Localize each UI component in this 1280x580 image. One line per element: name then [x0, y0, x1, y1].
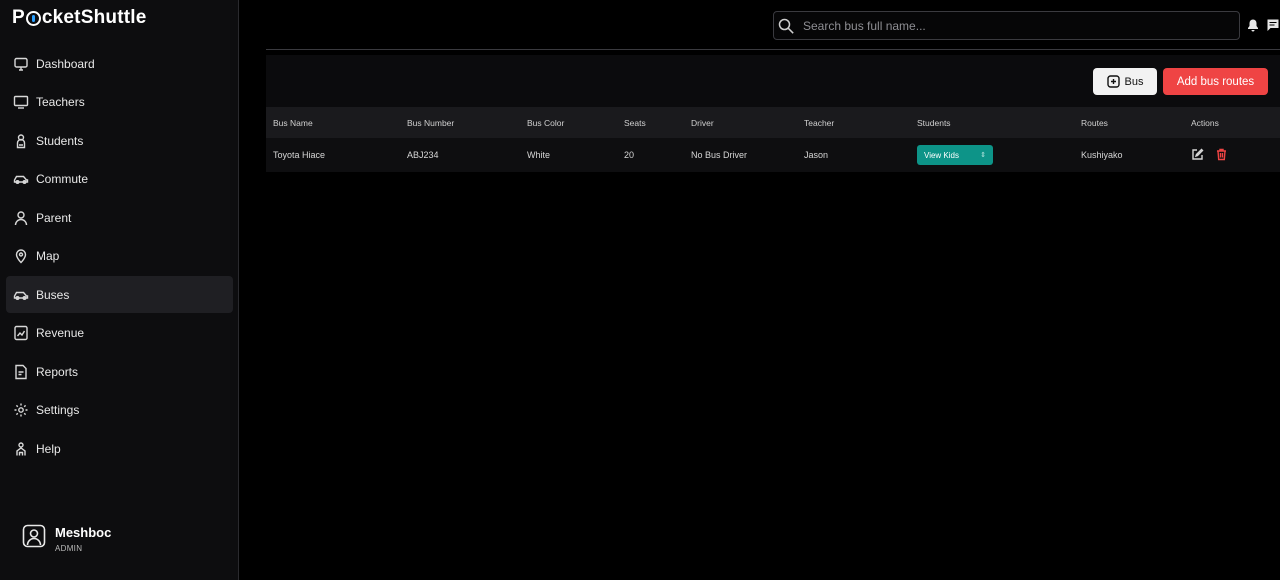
location-pin-icon	[25, 10, 41, 26]
header-driver: Driver	[691, 117, 714, 128]
cell-actions	[1191, 138, 1239, 172]
monitor-icon	[13, 56, 29, 72]
cell-students: View Kids ⇕	[917, 138, 993, 172]
header-seats: Seats	[624, 117, 646, 128]
cell-bus-color: White	[527, 150, 551, 160]
header-divider	[266, 49, 1280, 50]
sidebar-item-label: Teachers	[36, 95, 85, 109]
plus-square-icon	[1106, 75, 1120, 88]
sidebar-item-settings[interactable]: Settings	[6, 392, 233, 429]
sidebar-item-label: Buses	[36, 287, 70, 302]
person-icon	[13, 210, 29, 226]
sidebar-item-label: Revenue	[36, 326, 85, 340]
sidebar-item-reports[interactable]: Reports	[6, 353, 233, 390]
sidebar-item-teachers[interactable]: Teachers	[6, 84, 233, 121]
user-profile[interactable]: Meshboc ADMIN	[22, 524, 111, 553]
brand-logo[interactable]: PcketShuttle	[12, 7, 147, 29]
sidebar-item-label: Map	[36, 249, 60, 263]
add-bus-routes-button[interactable]: Add bus routes	[1163, 68, 1268, 95]
header-teacher: Teacher	[804, 117, 835, 128]
cell-teacher: Jason	[804, 150, 829, 160]
sidebar-item-label: Commute	[36, 172, 89, 186]
sidebar-item-help[interactable]: Help	[6, 430, 233, 467]
sidebar-item-revenue[interactable]: Revenue	[6, 315, 233, 352]
screen-icon	[13, 94, 29, 110]
map-pin-icon	[13, 248, 29, 264]
cell-bus-name: Toyota Hiace	[273, 150, 326, 160]
gear-icon	[13, 402, 29, 418]
student-icon	[13, 133, 29, 149]
sidebar-item-label: Reports	[36, 364, 79, 379]
sidebar-item-buses[interactable]: Buses	[6, 276, 233, 313]
brand-name-prefix: P	[12, 7, 25, 28]
sidebar-item-students[interactable]: Students	[6, 122, 233, 159]
view-kids-button[interactable]: View Kids ⇕	[917, 145, 993, 165]
message-icon[interactable]	[1266, 18, 1280, 32]
table-header: Bus Name Bus Number Bus Color Seats Driv…	[266, 107, 1280, 138]
sidebar-item-label: Help	[36, 441, 61, 456]
user-info: Meshboc ADMIN	[55, 525, 111, 553]
header-bus-color: Bus Color	[527, 117, 565, 128]
buses-card: Bus Add bus routes Bus Name Bus Number B…	[266, 55, 1280, 172]
user-name: Meshboc	[55, 524, 112, 540]
sidebar: PcketShuttle Dashboard Teachers Students…	[0, 0, 239, 580]
cell-seats: 20	[624, 150, 635, 160]
sidebar-item-dashboard[interactable]: Dashboard	[6, 45, 233, 82]
cell-routes: Kushiyako	[1081, 150, 1123, 160]
cell-bus-number: ABJ234	[407, 150, 439, 160]
search-icon	[777, 17, 795, 35]
brand-name-suffix: cketShuttle	[41, 7, 147, 28]
sidebar-item-commute[interactable]: Commute	[6, 161, 233, 198]
report-icon	[13, 364, 29, 380]
sidebar-item-map[interactable]: Map	[6, 238, 233, 275]
header-bus-name: Bus Name	[273, 117, 313, 128]
user-role: ADMIN	[55, 543, 83, 553]
edit-icon[interactable]	[1191, 148, 1205, 162]
sidebar-item-label: Students	[36, 133, 84, 148]
sidebar-item-label: Settings	[36, 403, 80, 417]
sidebar-item-label: Parent	[36, 210, 72, 225]
bell-icon[interactable]	[1246, 18, 1260, 32]
chevron-updown-icon: ⇕	[980, 151, 986, 159]
avatar-icon	[22, 524, 46, 553]
sidebar-item-parent[interactable]: Parent	[6, 199, 233, 236]
chart-icon	[13, 325, 29, 341]
add-bus-label: Bus	[1124, 75, 1144, 88]
car-icon	[13, 171, 29, 187]
view-kids-label: View Kids	[924, 150, 959, 160]
add-bus-button[interactable]: Bus	[1093, 68, 1157, 95]
sidebar-item-label: Dashboard	[36, 56, 95, 71]
cell-driver: No Bus Driver	[691, 150, 748, 160]
sidebar-nav: Dashboard Teachers Students Commute Pare…	[6, 45, 233, 469]
search-input[interactable]	[803, 18, 1223, 33]
header-actions: Actions	[1191, 117, 1219, 128]
header-routes: Routes	[1081, 117, 1108, 128]
help-icon	[13, 441, 29, 457]
header-students: Students	[917, 117, 951, 128]
trash-icon[interactable]	[1215, 148, 1229, 162]
bus-icon	[13, 287, 29, 303]
table-row: Toyota Hiace ABJ234 White 20 No Bus Driv…	[266, 138, 1280, 172]
header-bus-number: Bus Number	[407, 117, 455, 128]
search-bar[interactable]	[773, 11, 1240, 40]
